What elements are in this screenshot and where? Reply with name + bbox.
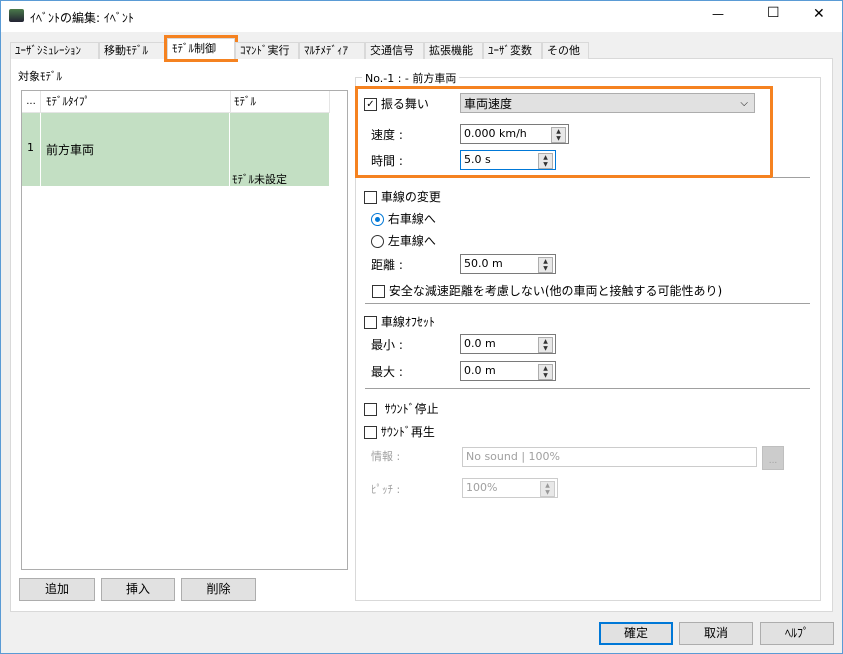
lane-offset-checkbox[interactable]: 車線ｵﾌｾｯﾄ	[364, 313, 435, 330]
model-table: ... ﾓﾃﾞﾙﾀｲﾌﾟ ﾓﾃﾞﾙ 1 前方車両 ﾓﾃﾞﾙ未設定	[21, 90, 348, 570]
table-row[interactable]: 1 前方車両 ﾓﾃﾞﾙ未設定	[22, 113, 329, 186]
minimize-button[interactable]: —	[712, 7, 724, 21]
lane-change-checkbox[interactable]: 車線の変更	[364, 188, 441, 205]
spin-arrows-icon[interactable]: ▲ ▼	[538, 153, 553, 169]
maximize-button[interactable]: ☐	[767, 5, 780, 21]
min-label: 最小 :	[371, 338, 403, 352]
ok-button[interactable]: 確定	[599, 622, 673, 645]
tab-9[interactable]: その他	[542, 42, 589, 59]
pitch-stepper[interactable]: 100% ▲ ▼	[462, 478, 558, 498]
distance-stepper[interactable]: 50.0 m ▲ ▼	[460, 254, 556, 274]
time-label: 時間 :	[371, 154, 403, 168]
right-lane-radio[interactable]: 右車線へ	[371, 210, 436, 227]
tab-1[interactable]: ﾕｰｻﾞｼﾐｭﾚｰｼｮﾝ	[10, 42, 99, 59]
info-label: 情報 :	[371, 450, 401, 463]
behavior-checkbox[interactable]: ✓ 振る舞い	[364, 95, 429, 112]
add-button[interactable]: 追加	[19, 578, 95, 601]
tab-4[interactable]: ｺﾏﾝﾄﾞ実行	[235, 42, 299, 59]
distance-label: 距離 :	[371, 258, 403, 272]
check-icon: ✓	[364, 98, 377, 111]
sound-play-checkbox[interactable]: ｻｳﾝﾄﾞ再生	[364, 423, 435, 440]
row-model-type: 前方車両	[46, 143, 95, 157]
info-field[interactable]: No sound | 100%	[462, 447, 757, 467]
app-icon	[9, 9, 24, 22]
speed-stepper[interactable]: 0.000 km/h ▲ ▼	[460, 124, 569, 144]
target-model-label: 対象ﾓﾃﾞﾙ	[18, 70, 62, 83]
safe-distance-checkbox[interactable]: 安全な減速距離を考慮しない(他の車両と接触する可能性あり)	[372, 282, 722, 299]
chevron-down-icon: ⌵	[740, 98, 748, 109]
group-label: No.-1 : - 前方車両	[362, 70, 460, 86]
pitch-label: ﾋﾟｯﾁ :	[371, 483, 401, 496]
browse-button[interactable]: ...	[762, 446, 784, 470]
tab-5[interactable]: ﾏﾙﾁﾒﾃﾞｨｱ	[299, 42, 365, 59]
left-lane-radio[interactable]: 左車線へ	[371, 232, 436, 249]
tab-6[interactable]: 交通信号	[365, 42, 424, 59]
spin-arrows-icon[interactable]: ▲ ▼	[551, 127, 566, 143]
max-label: 最大 :	[371, 365, 403, 379]
min-stepper[interactable]: 0.0 m ▲ ▼	[460, 334, 556, 354]
delete-button[interactable]: 削除	[181, 578, 256, 601]
tab-3[interactable]: ﾓﾃﾞﾙ制御	[164, 35, 238, 62]
window-title: ｲﾍﾞﾝﾄの編集: ｲﾍﾞﾝﾄ	[30, 11, 134, 25]
spin-arrows-icon[interactable]: ▲ ▼	[538, 257, 553, 273]
tab-7[interactable]: 拡張機能	[424, 42, 483, 59]
sound-stop-checkbox[interactable]: ｻｳﾝﾄﾞ停止	[364, 400, 439, 417]
insert-button[interactable]: 挿入	[101, 578, 175, 601]
speed-label: 速度 :	[371, 128, 403, 142]
column-header-index[interactable]: ...	[22, 91, 41, 113]
spin-arrows-icon[interactable]: ▲ ▼	[540, 481, 555, 497]
time-stepper[interactable]: 5.0 s ▲ ▼	[460, 150, 556, 170]
cancel-button[interactable]: 取消	[679, 622, 753, 645]
max-stepper[interactable]: 0.0 m ▲ ▼	[460, 361, 556, 381]
title-bar: ｲﾍﾞﾝﾄの編集: ｲﾍﾞﾝﾄ — ☐ ✕	[0, 0, 843, 33]
column-header-model-type[interactable]: ﾓﾃﾞﾙﾀｲﾌﾟ	[41, 91, 231, 113]
spin-arrows-icon[interactable]: ▲ ▼	[538, 364, 553, 380]
column-header-model[interactable]: ﾓﾃﾞﾙ	[230, 91, 330, 113]
row-index: 1	[27, 141, 34, 154]
close-button[interactable]: ✕	[813, 6, 825, 22]
tab-2[interactable]: 移動ﾓﾃﾞﾙ	[99, 42, 167, 59]
spin-arrows-icon[interactable]: ▲ ▼	[538, 337, 553, 353]
tab-8[interactable]: ﾕｰｻﾞ変数	[483, 42, 542, 59]
behavior-select[interactable]: 車両速度 ⌵	[460, 93, 755, 113]
row-model: ﾓﾃﾞﾙ未設定	[232, 173, 287, 186]
help-button[interactable]: ﾍﾙﾌﾟ	[760, 622, 834, 645]
